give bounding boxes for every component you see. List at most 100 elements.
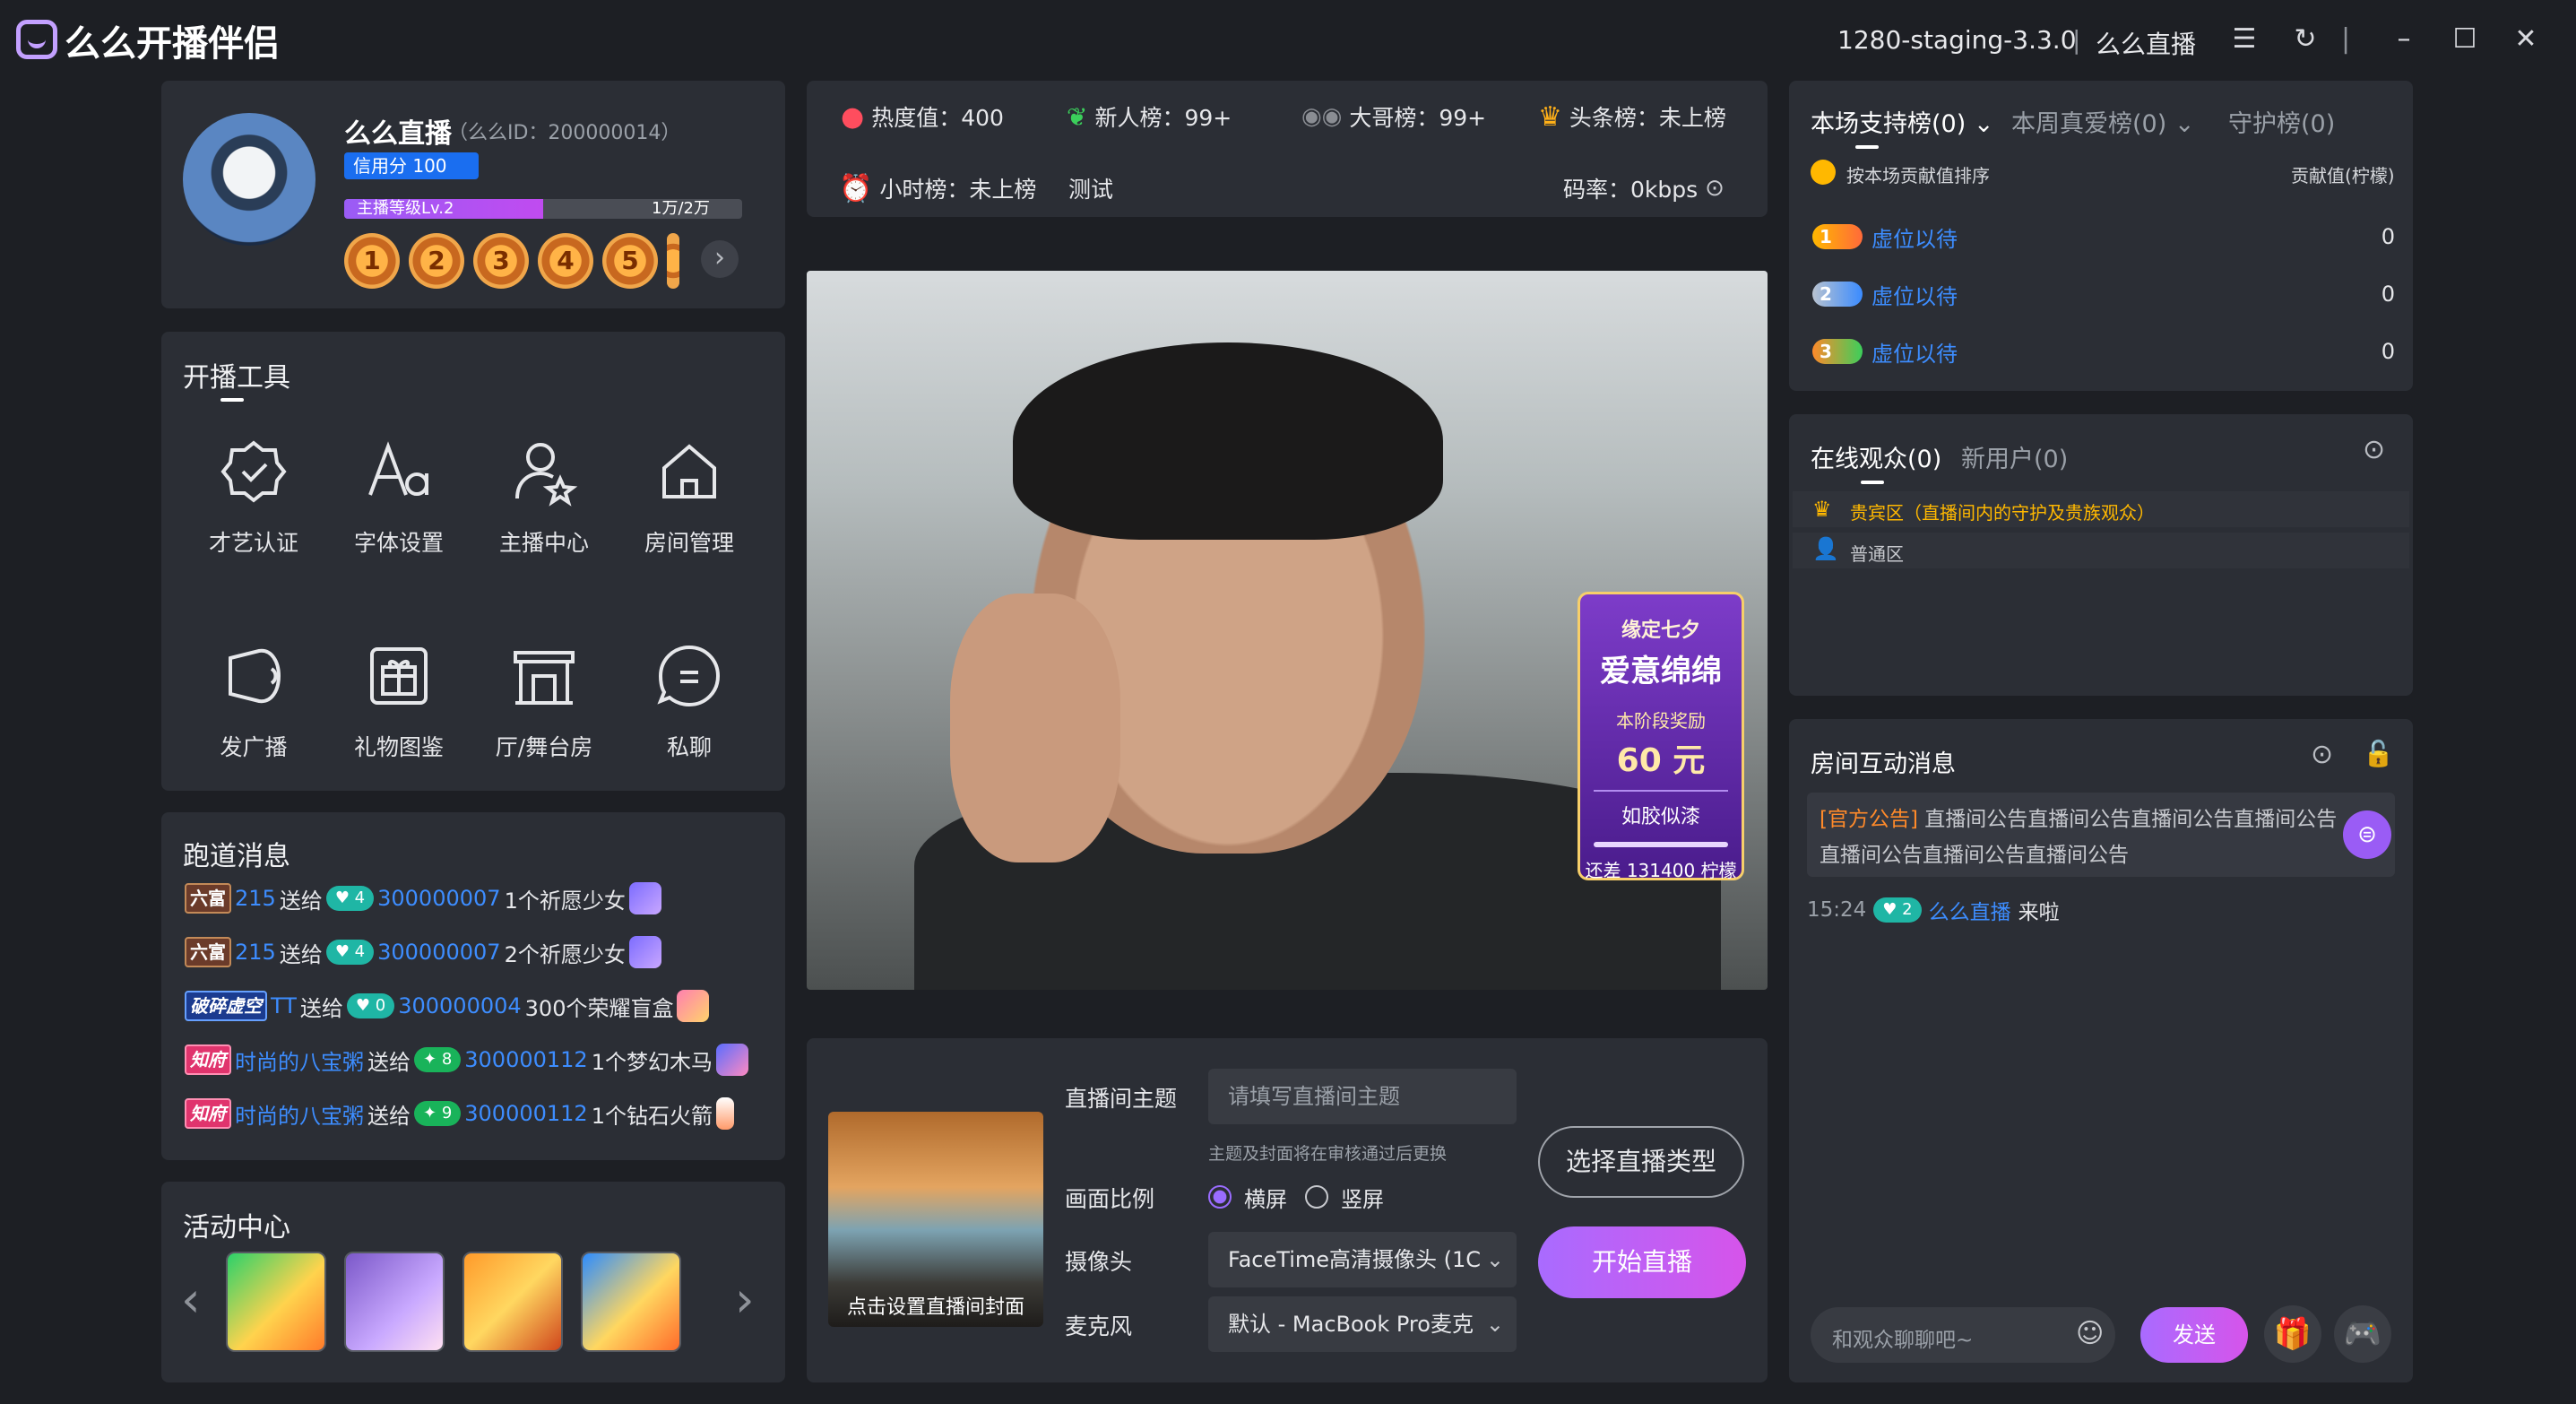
send-button[interactable]: 发送 bbox=[2140, 1307, 2248, 1363]
gift-icon bbox=[715, 1044, 748, 1076]
tab-weekly-love[interactable]: 本周真爱榜(0) ⌄ bbox=[2011, 104, 2194, 139]
sender-name[interactable]: 时尚的八宝粥 bbox=[235, 1044, 364, 1076]
sender-name[interactable]: 时尚的八宝粥 bbox=[235, 1098, 364, 1130]
sender-name[interactable]: 215 bbox=[235, 886, 276, 911]
rank-tag: 六富 bbox=[185, 883, 231, 914]
camera-select[interactable]: FaceTime高清摄像头 (1C ⌄ bbox=[1208, 1232, 1517, 1287]
audience-settings-icon[interactable]: ⊙ bbox=[2363, 434, 2385, 465]
rank-user[interactable]: 虚位以待 bbox=[1871, 221, 1958, 253]
portrait-radio[interactable] bbox=[1305, 1185, 1328, 1209]
marquee-message[interactable]: 知府 时尚的八宝粥 送给 ✦ 9 300000112 1个钻石火箭 bbox=[185, 1096, 734, 1131]
official-notice: [官方公告] 直播间公告直播间公告直播间公告直播间公告直播间公告直播间公告直播间… bbox=[1807, 793, 2395, 877]
refresh-icon[interactable]: ↻ bbox=[2289, 23, 2321, 56]
marquee-message[interactable]: 六富 215 送给 ♥ 4 300000007 2个祈愿少女 bbox=[185, 934, 661, 970]
home-icon bbox=[653, 436, 725, 507]
tab-label: 本场支持榜(0) bbox=[1811, 110, 1967, 138]
tool-gift-catalog[interactable]: 礼物图鉴 bbox=[332, 640, 466, 762]
chat-settings-icon[interactable]: ⊙ bbox=[2311, 739, 2333, 770]
tool-talent-cert[interactable]: 才艺认证 bbox=[186, 436, 321, 558]
activity-next-button[interactable]: › bbox=[735, 1271, 755, 1328]
user-star-icon bbox=[508, 436, 580, 507]
chat-user[interactable]: 么么直播 bbox=[1929, 895, 2011, 925]
medal-icon[interactable]: 1 bbox=[344, 233, 400, 289]
tool-hall-stage[interactable]: 厅/舞台房 bbox=[477, 640, 611, 762]
tool-private-chat[interactable]: 私聊 bbox=[622, 640, 756, 762]
emoji-icon[interactable]: ☺ bbox=[2076, 1318, 2104, 1349]
activity-prev-button[interactable]: ‹ bbox=[181, 1271, 201, 1328]
tab-session-support[interactable]: 本场支持榜(0) ⌄ bbox=[1811, 104, 1993, 139]
marquee-message[interactable]: 知府 时尚的八宝粥 送给 ✦ 8 300000112 1个梦幻木马 bbox=[185, 1042, 748, 1078]
account-name[interactable]: 么么直播 bbox=[2096, 25, 2196, 61]
tab-online-audience[interactable]: 在线观众(0) bbox=[1811, 439, 1941, 474]
stat-heat[interactable]: ● 热度值：400 bbox=[841, 100, 1004, 133]
cover-upload[interactable]: 点击设置直播间封面 bbox=[828, 1112, 1043, 1327]
portrait-label[interactable]: 竖屏 bbox=[1341, 1182, 1384, 1213]
avatar[interactable] bbox=[183, 113, 316, 246]
stat-test[interactable]: 测试 bbox=[1068, 172, 1113, 204]
stat-newcomer-text: 新人榜：99+ bbox=[1094, 105, 1232, 131]
unlock-icon[interactable]: 🔓 bbox=[2363, 739, 2394, 768]
gift-text: 1个钻石火箭 bbox=[591, 1103, 713, 1129]
receiver-id[interactable]: 300000004 bbox=[398, 993, 521, 1018]
start-stream-button[interactable]: 开始直播 bbox=[1538, 1226, 1746, 1298]
stat-newcomer[interactable]: ❦ 新人榜：99+ bbox=[1067, 100, 1232, 133]
activity-card[interactable] bbox=[226, 1252, 326, 1352]
select-stream-type-button[interactable]: 选择直播类型 bbox=[1538, 1126, 1744, 1198]
stat-headline[interactable]: ♛ 头条榜：未上榜 bbox=[1538, 100, 1726, 133]
user-level-badge: ♥ 4 bbox=[325, 940, 375, 965]
action-text: 送给 bbox=[367, 1049, 411, 1075]
rank-user[interactable]: 虚位以待 bbox=[1871, 336, 1958, 368]
menu-icon[interactable]: ☰ bbox=[2228, 23, 2260, 56]
landscape-label[interactable]: 横屏 bbox=[1244, 1182, 1287, 1213]
topic-input[interactable]: 请填写直播间主题 bbox=[1208, 1069, 1517, 1124]
activity-card[interactable] bbox=[462, 1252, 563, 1352]
sender-name[interactable]: 215 bbox=[235, 940, 276, 965]
ranking-row[interactable]: 1 虚位以待 0 bbox=[1812, 219, 2395, 255]
receiver-id[interactable]: 300000007 bbox=[377, 940, 500, 965]
tool-broadcast[interactable]: 发广播 bbox=[186, 640, 321, 762]
bitrate-settings-icon[interactable]: ⊙ bbox=[1705, 175, 1725, 202]
version-label: 1280-staging-3.3.0 bbox=[1837, 25, 2077, 55]
marquee-message[interactable]: 六富 215 送给 ♥ 4 300000007 1个祈愿少女 bbox=[185, 880, 661, 916]
medal-next-button[interactable]: › bbox=[701, 240, 739, 278]
gift-icon[interactable]: 🎁 bbox=[2264, 1305, 2321, 1363]
stat-hourly[interactable]: ⏰ 小时榜：未上榜 bbox=[839, 172, 1036, 204]
tool-room-manage[interactable]: 房间管理 bbox=[622, 436, 756, 558]
normal-zone-row[interactable]: 👤 普通区 bbox=[1793, 533, 2409, 568]
marquee-message[interactable]: 破碎虚空 TT 送给 ♥ 0 300000004 300个荣耀盲盒 bbox=[185, 988, 710, 1024]
chat-input[interactable]: 和观众聊聊吧~ ☺ bbox=[1811, 1307, 2115, 1363]
receiver-id[interactable]: 300000112 bbox=[464, 1101, 587, 1126]
minimize-icon[interactable]: – bbox=[2388, 23, 2420, 56]
tool-anchor-center[interactable]: 主播中心 bbox=[477, 436, 611, 558]
medal-icon[interactable]: 5 bbox=[602, 233, 658, 289]
activity-card[interactable] bbox=[581, 1252, 681, 1352]
rank-user[interactable]: 虚位以待 bbox=[1871, 279, 1958, 310]
receiver-id[interactable]: 300000112 bbox=[464, 1047, 587, 1072]
landscape-radio[interactable] bbox=[1208, 1185, 1232, 1209]
stat-bigbro[interactable]: ◉◉ 大哥榜：99+ bbox=[1301, 100, 1486, 133]
tool-label: 字体设置 bbox=[353, 530, 444, 556]
tab-new-users[interactable]: 新用户(0) bbox=[1961, 439, 2068, 474]
medal-icon[interactable]: 3 bbox=[473, 233, 529, 289]
gift-text: 1个梦幻木马 bbox=[591, 1049, 713, 1075]
receiver-id[interactable]: 300000007 bbox=[377, 886, 500, 911]
chat-entry[interactable]: 15:24 ♥ 2 么么直播 来啦 bbox=[1807, 895, 2060, 925]
ranking-row[interactable]: 2 虚位以待 0 bbox=[1812, 276, 2395, 312]
tool-font-settings[interactable]: 字体设置 bbox=[332, 436, 466, 558]
ranking-row[interactable]: 3 虚位以待 0 bbox=[1812, 334, 2395, 369]
activity-card[interactable] bbox=[344, 1252, 445, 1352]
vip-zone-row[interactable]: ♛ 贵宾区（直播间内的守护及贵族观众） bbox=[1793, 491, 2409, 527]
mic-select[interactable]: 默认 - MacBook Pro麦克 ⌄ bbox=[1208, 1296, 1517, 1352]
event-promo-widget[interactable]: 缘定七夕 爱意绵绵 本阶段奖励 60 元 如胶似漆 还差 131400 柠檬 bbox=[1578, 592, 1744, 881]
tool-label: 发广播 bbox=[220, 734, 288, 760]
tool-label: 主播中心 bbox=[498, 530, 589, 556]
game-controller-icon[interactable]: 🎮 bbox=[2334, 1305, 2391, 1363]
chat-icon bbox=[653, 640, 725, 712]
medal-icon[interactable]: 4 bbox=[538, 233, 593, 289]
tab-guardian[interactable]: 守护榜(0) bbox=[2228, 104, 2335, 139]
medal-icon[interactable]: 2 bbox=[409, 233, 464, 289]
sender-name[interactable]: TT bbox=[271, 993, 297, 1018]
notice-chat-icon[interactable]: ⊜ bbox=[2343, 810, 2391, 859]
close-icon[interactable]: ✕ bbox=[2510, 23, 2542, 56]
maximize-icon[interactable]: ☐ bbox=[2449, 23, 2481, 56]
